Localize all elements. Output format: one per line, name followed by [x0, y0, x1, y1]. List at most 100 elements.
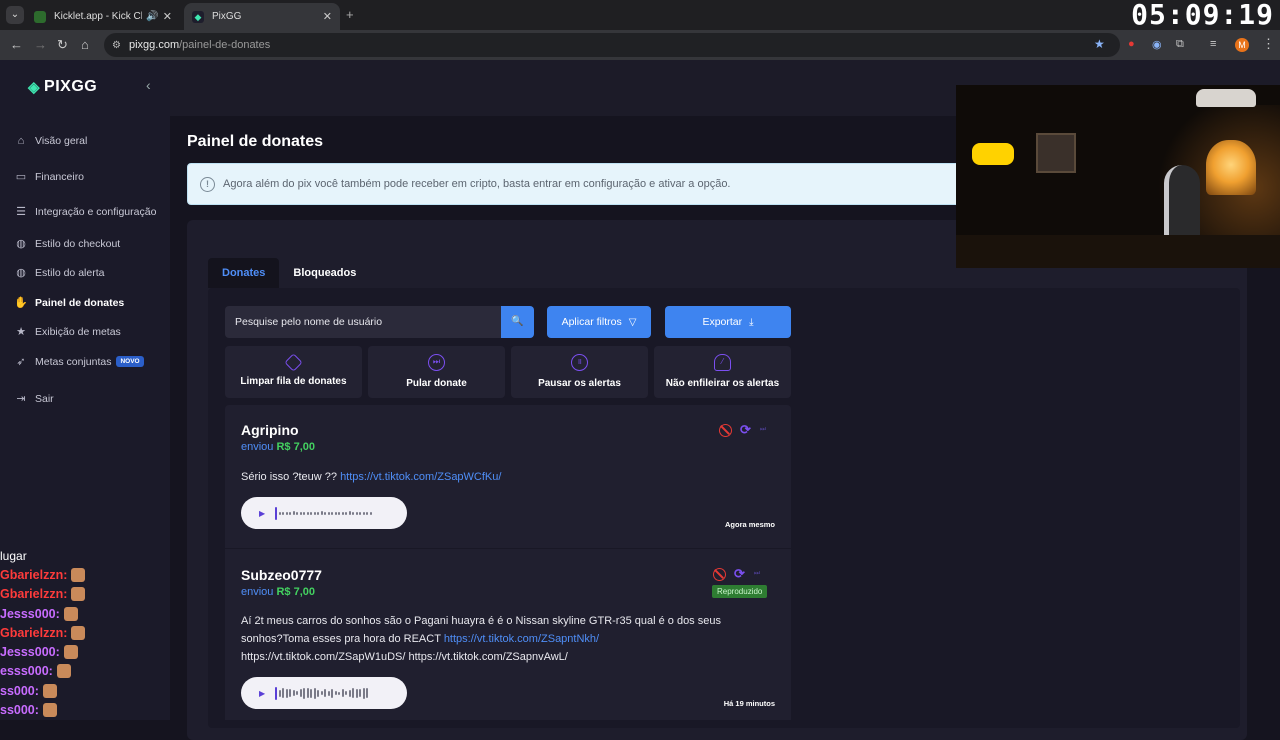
sidebar-item-label: Metas conjuntas	[35, 355, 112, 368]
donates-tabs: Donates Bloqueados	[208, 258, 370, 288]
chat-username: Gbarielzzn:	[0, 567, 68, 582]
extensions-puzzle-icon[interactable]: ⧉	[1176, 38, 1184, 51]
tab-bloqueados[interactable]: Bloqueados	[279, 258, 370, 288]
browser-tab-pixgg[interactable]: ◆ PixGG ✕	[184, 3, 340, 30]
donate-time: Agora mesmo	[724, 520, 775, 529]
replay-icon[interactable]: ⟳	[740, 422, 751, 438]
message-text: Sério isso ?teuw ??	[241, 471, 337, 483]
extension-red-icon[interactable]: ●	[1128, 38, 1135, 50]
clear-queue-button[interactable]: Limpar fila de donates	[225, 346, 362, 398]
browser-menu-icon[interactable]: ⋮	[1262, 36, 1275, 52]
chat-username: Gbarielzzn:	[0, 587, 68, 602]
audio-waveform[interactable]	[275, 506, 373, 520]
action-label: Limpar fila de donates	[240, 376, 347, 387]
audio-waveform[interactable]	[275, 686, 370, 700]
sidebar-item-financeiro[interactable]: ▭ Financeiro	[14, 170, 85, 184]
block-icon[interactable]	[713, 567, 726, 581]
back-icon[interactable]: ←	[10, 37, 23, 52]
tab-donates[interactable]: Donates	[208, 258, 280, 288]
chat-username: esss000:	[0, 664, 53, 679]
chat-username: Gbarielzzn:	[0, 625, 68, 640]
play-icon[interactable]: ▶	[259, 689, 265, 698]
neon-light	[972, 143, 1014, 165]
collapse-sidebar-icon[interactable]: ‹	[146, 77, 151, 93]
sidebar-item-label: Financeiro	[35, 170, 85, 183]
audio-player[interactable]: ▶	[241, 677, 407, 709]
sidebar-item-metas-conjuntas[interactable]: ➶ Metas conjuntas NOVO	[14, 355, 144, 368]
tab-title: Kicklet.app - Kick Chatbot a	[54, 11, 142, 22]
info-banner: ! Agora além do pix você também pode rec…	[187, 163, 987, 205]
emote-icon	[71, 625, 86, 640]
chat-line: Jesss000:	[0, 642, 170, 661]
eraser-icon	[284, 353, 303, 372]
palette-icon: ◍	[16, 267, 26, 279]
donate-hand-icon: ✋	[14, 297, 28, 309]
message-link[interactable]: https://vt.tiktok.com/ZSapWCfKu/	[340, 471, 501, 483]
site-info-icon[interactable]: ⚙	[112, 40, 121, 51]
info-text: Agora além do pix você também pode receb…	[223, 178, 731, 190]
chat-username: ss000:	[0, 703, 39, 718]
kicklet-favicon-icon	[34, 10, 46, 23]
donate-message: Aí 2t meus carros do sonhos são o Pagani…	[241, 612, 761, 666]
url-path: /painel-de-donates	[179, 39, 271, 51]
donate-time: Há 19 minutos	[723, 699, 775, 708]
emote-icon	[63, 606, 78, 621]
apply-filters-label: Aplicar filtros	[561, 316, 622, 328]
sidebar-item-painel-donates[interactable]: ✋ Painel de donates	[14, 296, 124, 310]
donate-amount: R$ 7,00	[276, 586, 316, 598]
emote-icon	[71, 587, 86, 602]
emote-icon	[42, 703, 57, 718]
sidebar-item-visao-geral[interactable]: ⌂ Visão geral	[14, 135, 88, 147]
profile-avatar[interactable]: M	[1235, 38, 1249, 52]
pixgg-logo-icon: ◈	[28, 79, 41, 96]
forward-icon[interactable]: →	[34, 37, 47, 52]
donate-message: Sério isso ?teuw ?? https://vt.tiktok.co…	[241, 468, 761, 486]
wallet-icon: ▭	[15, 171, 27, 183]
chat-username: ss000:	[0, 683, 39, 698]
sidebar-item-label: Estilo do checkout	[35, 237, 121, 250]
filter-icon: ▽	[628, 316, 637, 328]
browser-toolbar: ← → ↻ ⌂ ⚙ pixgg.com/painel-de-donates ★ …	[0, 30, 1280, 60]
skip-donate-button[interactable]: ⏭ Pular donate	[368, 346, 505, 398]
apply-filters-button[interactable]: Aplicar filtros ▽	[547, 306, 651, 338]
skip-icon[interactable]: ⏭	[760, 426, 766, 434]
sent-label: enviou	[241, 441, 274, 453]
export-button[interactable]: Exportar ⤓	[665, 306, 791, 338]
close-tab-icon[interactable]: ✕	[323, 10, 332, 23]
message-link[interactable]: https://vt.tiktok.com/ZSapntNkh/	[444, 633, 599, 645]
donate-controls: ⟳ ⏭	[719, 422, 766, 438]
close-tab-icon[interactable]: ✕	[163, 10, 172, 23]
sidebar-item-label: Sair	[35, 392, 54, 405]
new-tab-icon[interactable]: +	[346, 7, 354, 22]
pause-alerts-button[interactable]: ॥ Pausar os alertas	[511, 346, 648, 398]
play-icon[interactable]: ▶	[259, 509, 265, 518]
block-icon[interactable]	[719, 423, 732, 437]
bookmark-star-icon[interactable]: ★	[1094, 37, 1105, 51]
home-icon[interactable]: ⌂	[81, 37, 89, 52]
tab-search-button[interactable]: ⌄	[6, 6, 24, 24]
browser-tab-kicklet[interactable]: Kicklet.app - Kick Chatbot a 🔊 ✕	[26, 3, 180, 30]
speaker-icon[interactable]: 🔊	[146, 11, 158, 22]
chat-line: ss000:	[0, 700, 170, 719]
reload-icon[interactable]: ↻	[57, 37, 68, 53]
sidebar-item-integracao[interactable]: ☰ Integração e configuração	[14, 205, 157, 219]
search-button[interactable]: 🔍	[501, 306, 534, 338]
replay-icon[interactable]: ⟳	[734, 566, 745, 582]
address-bar[interactable]: ⚙ pixgg.com/painel-de-donates	[104, 33, 1120, 57]
sidebar-item-estilo-checkout[interactable]: ◍ Estilo do checkout	[14, 237, 121, 251]
search-input[interactable]: Pesquise pelo nome de usuário	[225, 306, 502, 338]
chat-line: Gbarielzzn:	[0, 585, 170, 604]
extension-wave-icon[interactable]: ◉	[1152, 38, 1162, 51]
no-queue-alerts-button[interactable]: ⁄ Não enfileirar os alertas	[654, 346, 791, 398]
search-icon: 🔍	[511, 316, 524, 327]
chat-username: Jesss000:	[0, 645, 60, 660]
media-queue-icon[interactable]: ≡	[1210, 38, 1216, 50]
sidebar-item-estilo-alerta[interactable]: ◍ Estilo do alerta	[14, 266, 104, 280]
sidebar-item-label: Integração e configuração	[35, 205, 157, 218]
sidebar-item-exibicao-metas[interactable]: ★ Exibição de metas	[14, 325, 121, 339]
skip-icon[interactable]: ⏭	[754, 570, 760, 578]
chat-line: ss000:	[0, 681, 170, 700]
pixgg-logo[interactable]: ◈ PIXGG	[28, 78, 97, 96]
sidebar-item-sair[interactable]: ⇥ Sair	[14, 392, 54, 406]
audio-player[interactable]: ▶	[241, 497, 407, 529]
